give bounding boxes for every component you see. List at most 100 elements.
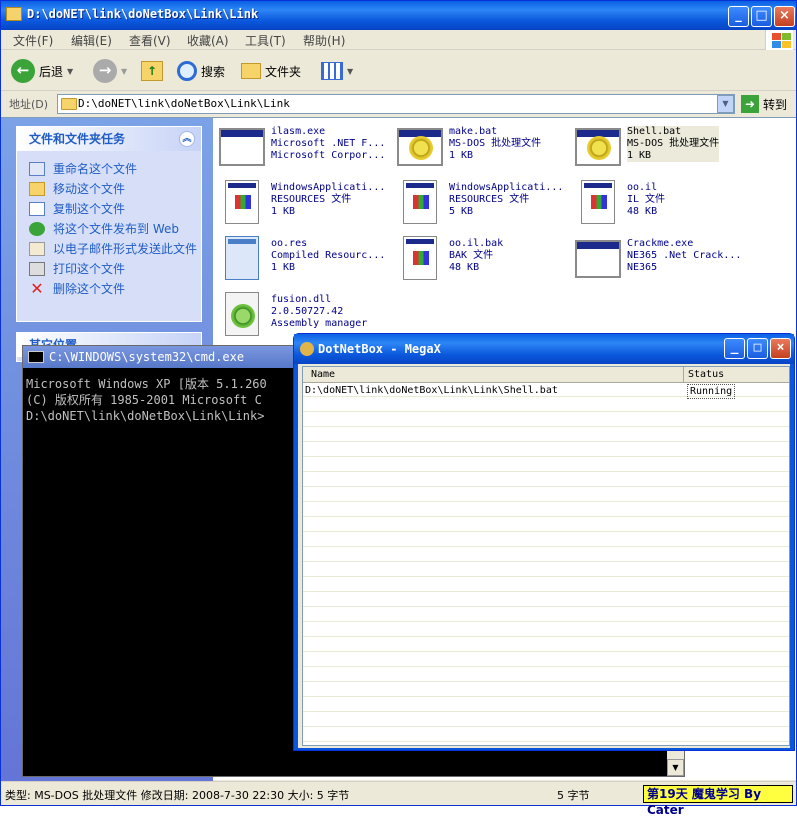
- address-label: 地址(D): [9, 98, 49, 111]
- file-item-crackme[interactable]: Crackme.exe NE365 .Net Crack... NE365: [575, 236, 747, 286]
- address-input[interactable]: D:\doNET\link\doNetBox\Link\Link: [57, 94, 735, 114]
- email-icon: [29, 242, 45, 256]
- file-info: 48 KB: [449, 262, 480, 273]
- task-copy[interactable]: 复制这个文件: [17, 201, 201, 217]
- resource-icon: [219, 236, 265, 282]
- file-tasks-header[interactable]: 文件和文件夹任务 ︽: [17, 127, 201, 151]
- address-bar: 地址(D) D:\doNET\link\doNetBox\Link\Link ▼…: [1, 92, 796, 116]
- minimize-button[interactable]: _: [724, 338, 745, 359]
- menu-bar: 文件(F) 编辑(E) 查看(V) 收藏(A) 工具(T) 帮助(H): [1, 30, 796, 50]
- file-name: ilasm.exe: [271, 126, 326, 137]
- search-button[interactable]: 搜索: [177, 59, 225, 83]
- back-button[interactable]: ← 后退 ▼: [11, 59, 73, 83]
- move-icon: [29, 182, 45, 196]
- file-item-oo-il[interactable]: oo.il IL 文件 48 KB: [575, 180, 747, 230]
- go-button[interactable]: ➜ 转到: [741, 95, 787, 113]
- cmd-title: C:\WINDOWS\system32\cmd.exe: [49, 350, 245, 364]
- task-rename[interactable]: 重命名这个文件: [17, 161, 201, 177]
- file-info: 1 KB: [271, 206, 296, 217]
- close-button[interactable]: ×: [770, 338, 791, 359]
- back-arrow-icon: ←: [11, 59, 35, 83]
- file-name: fusion.dll: [271, 294, 332, 305]
- file-info: 5 KB: [449, 206, 474, 217]
- app-icon: [300, 342, 314, 356]
- views-button[interactable]: ▼: [321, 59, 353, 83]
- file-item-oo-il-bak[interactable]: oo.il.bak BAK 文件 48 KB: [397, 236, 569, 286]
- menu-favorites[interactable]: 收藏(A): [187, 32, 229, 49]
- search-label: 搜索: [201, 64, 226, 79]
- file-name: oo.il: [627, 182, 658, 193]
- folders-button[interactable]: 文件夹: [241, 59, 301, 83]
- file-item-ilasm[interactable]: ilasm.exe Microsoft .NET F... Microsoft Co…: [219, 124, 391, 174]
- task-label: 将这个文件发布到 Web: [53, 222, 179, 236]
- app-window-icon: [575, 236, 621, 282]
- table-row[interactable]: D:\doNET\link\doNetBox\Link\Link\Shell.b…: [303, 384, 789, 399]
- close-button[interactable]: ×: [774, 6, 795, 27]
- task-move[interactable]: 移动这个文件: [17, 181, 201, 197]
- up-folder-icon: ↑: [141, 61, 163, 81]
- menu-help[interactable]: 帮助(H): [303, 32, 345, 49]
- file-item-resources-1[interactable]: WindowsApplicati... RESOURCES 文件 1 KB: [219, 180, 391, 230]
- address-dropdown-button[interactable]: ▼: [717, 95, 734, 113]
- task-label: 以电子邮件形式发送此文件: [53, 242, 198, 256]
- maximize-button[interactable]: □: [751, 6, 772, 27]
- chevron-down-icon: ▼: [347, 66, 354, 76]
- collapse-icon[interactable]: ︽: [179, 131, 195, 147]
- up-folder-button[interactable]: ↑: [141, 59, 163, 83]
- file-type: 2.0.50727.42: [271, 306, 344, 317]
- column-status[interactable]: Status: [683, 367, 724, 383]
- folder-icon: [6, 7, 22, 21]
- task-label: 重命名这个文件: [53, 162, 138, 176]
- console-icon: [28, 351, 44, 363]
- file-info: 1 KB: [449, 150, 474, 161]
- forward-button[interactable]: → ▼: [93, 59, 127, 83]
- file-name: Shell.bat: [627, 126, 682, 137]
- file-info: 1 KB: [627, 150, 652, 161]
- folder-icon: [61, 98, 77, 110]
- file-type: MS-DOS 批处理文件: [449, 138, 542, 149]
- file-type: RESOURCES 文件: [449, 194, 530, 205]
- row-name: D:\doNET\link\doNetBox\Link\Link\Shell.b…: [305, 385, 558, 396]
- menu-edit[interactable]: 编辑(E): [71, 32, 112, 49]
- file-info: Microsoft Corpor...: [271, 150, 386, 161]
- column-name[interactable]: Name: [311, 367, 335, 383]
- megax-body: Name Status D:\doNET\link\doNetBox\Link\…: [298, 364, 790, 748]
- search-icon: [177, 61, 197, 81]
- explorer-title-bar[interactable]: D:\doNET\link\doNetBox\Link\Link _ □ ×: [1, 1, 796, 30]
- file-tasks-panel: 文件和文件夹任务 ︽ 重命名这个文件 移动这个文件 复制这个文件 将这个文件发布…: [16, 126, 202, 322]
- dll-gear-icon: [219, 292, 265, 338]
- task-delete[interactable]: ✕ 删除这个文件: [17, 281, 201, 297]
- menu-file[interactable]: 文件(F): [13, 32, 53, 49]
- maximize-button[interactable]: □: [747, 338, 768, 359]
- file-name: make.bat: [449, 126, 498, 137]
- scroll-down-button[interactable]: ▼: [667, 759, 684, 776]
- file-item-shell-bat[interactable]: Shell.bat MS-DOS 批处理文件 1 KB: [575, 124, 747, 174]
- status-size: 5 字节: [557, 789, 590, 802]
- task-publish-web[interactable]: 将这个文件发布到 Web: [17, 221, 201, 237]
- status-info: 类型: MS-DOS 批处理文件 修改日期: 2008-7-30 22:30 大…: [5, 789, 350, 802]
- file-tasks-title: 文件和文件夹任务: [29, 132, 126, 146]
- process-list[interactable]: Name Status D:\doNET\link\doNetBox\Link\…: [302, 366, 790, 746]
- megax-title-bar[interactable]: DotNetBox - MegaX _ □ ×: [294, 334, 794, 364]
- minimize-button[interactable]: _: [728, 6, 749, 27]
- document-icon: [219, 180, 265, 226]
- address-text: D:\doNET\link\doNetBox\Link\Link: [78, 97, 290, 110]
- file-type: NE365 .Net Crack...: [627, 250, 742, 261]
- file-item-resources-2[interactable]: WindowsApplicati... RESOURCES 文件 5 KB: [397, 180, 569, 230]
- file-type: Compiled Resourc...: [271, 250, 386, 261]
- file-type: BAK 文件: [449, 250, 494, 261]
- menu-tools[interactable]: 工具(T): [245, 32, 286, 49]
- menu-view[interactable]: 查看(V): [129, 32, 171, 49]
- window-title: D:\doNET\link\doNetBox\Link\Link: [27, 7, 259, 21]
- document-icon: [397, 236, 443, 282]
- file-type: MS-DOS 批处理文件: [627, 138, 720, 149]
- toolbar: ← 后退 ▼ → ▼ ↑ 搜索 文件夹 ▼: [1, 51, 796, 91]
- list-header: Name Status: [303, 367, 789, 383]
- file-item-make-bat[interactable]: make.bat MS-DOS 批处理文件 1 KB: [397, 124, 569, 174]
- task-print[interactable]: 打印这个文件: [17, 261, 201, 277]
- forward-arrow-icon: →: [93, 59, 117, 83]
- file-name: WindowsApplicati...: [271, 182, 386, 193]
- file-item-oo-res[interactable]: oo.res Compiled Resourc... 1 KB: [219, 236, 391, 286]
- task-email[interactable]: 以电子邮件形式发送此文件: [17, 241, 201, 257]
- windows-logo-icon: [765, 30, 793, 50]
